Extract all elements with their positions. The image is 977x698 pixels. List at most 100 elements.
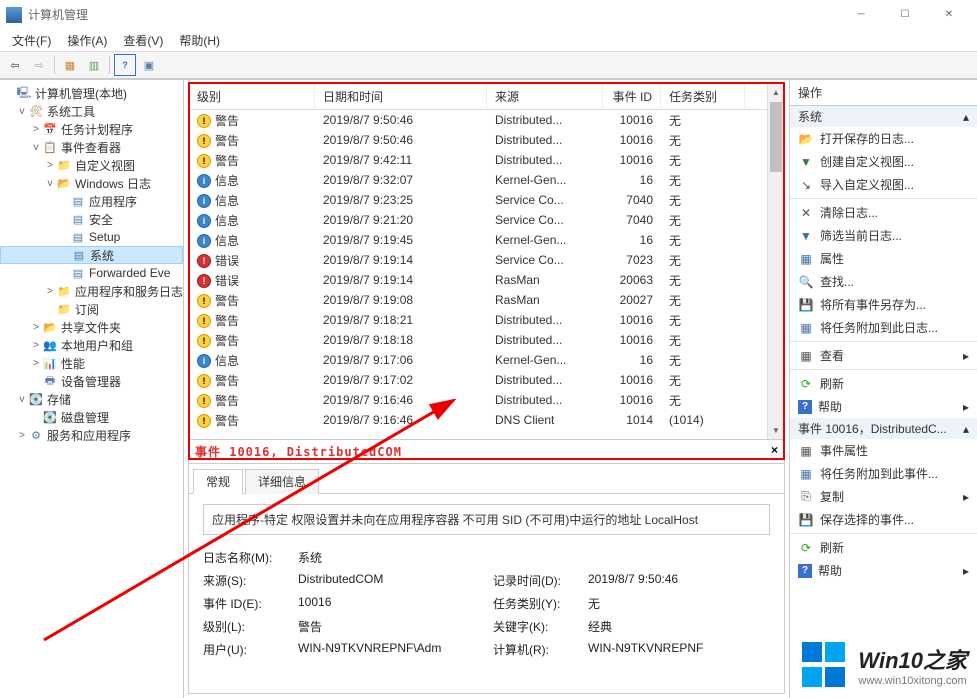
detail-body: 应用程序-特定 权限设置并未向在应用程序容器 不可用 SID (不可用)中运行的… [189, 494, 784, 693]
tool-btn-1[interactable]: ▦ [59, 54, 81, 76]
action-item[interactable]: ↘导入自定义视图... [790, 173, 977, 196]
tree-item[interactable]: 📁订阅 [0, 300, 183, 318]
action-item[interactable]: 💾保存选择的事件... [790, 508, 977, 531]
col-source[interactable]: 来源 [487, 84, 603, 109]
expand-icon[interactable]: v [44, 178, 56, 189]
action-item[interactable]: ▦将任务附加到此日志... [790, 316, 977, 339]
action-item[interactable]: ▼筛选当前日志... [790, 224, 977, 247]
minimize-button[interactable]: ─ [839, 0, 883, 30]
col-category[interactable]: 任务类别 [661, 84, 745, 109]
table-row[interactable]: 警告2019/8/7 9:17:02Distributed...10016无 [189, 370, 784, 390]
tree-item[interactable]: >⚙服务和应用程序 [0, 426, 183, 444]
action-item[interactable]: ▼创建自定义视图... [790, 150, 977, 173]
col-level[interactable]: 级别 [189, 84, 315, 109]
tree-item[interactable]: >📁自定义视图 [0, 156, 183, 174]
expand-icon[interactable]: > [44, 286, 56, 297]
event-grid[interactable]: 级别 日期和时间 来源 事件 ID 任务类别 警告2019/8/7 9:50:4… [188, 83, 785, 440]
tree-item[interactable]: v💽存储 [0, 390, 183, 408]
menu-file[interactable]: 文件(F) [6, 30, 57, 51]
log-icon: ▤ [70, 211, 86, 227]
table-row[interactable]: 警告2019/8/7 9:18:18Distributed...10016无 [189, 330, 784, 350]
table-row[interactable]: 警告2019/8/7 9:50:46Distributed...10016无 [189, 130, 784, 150]
table-row[interactable]: 警告2019/8/7 9:18:21Distributed...10016无 [189, 310, 784, 330]
section-collapse-icon[interactable]: ▴ [963, 110, 969, 124]
expand-icon[interactable]: v [30, 142, 42, 153]
expand-icon[interactable]: v [16, 106, 28, 117]
tree-item[interactable]: ▤系统 [0, 246, 183, 264]
table-row[interactable]: 错误2019/8/7 9:19:14RasMan20063无 [189, 270, 784, 290]
tree-item[interactable]: ▤应用程序 [0, 192, 183, 210]
tree-pane[interactable]: 🖳计算机管理(本地)v🛠系统工具>📅任务计划程序v📋事件查看器>📁自定义视图v📂… [0, 80, 184, 698]
tab-general[interactable]: 常规 [193, 469, 243, 494]
back-button[interactable]: ⇦ [4, 54, 26, 76]
action-item[interactable]: ⟳刷新 [790, 536, 977, 559]
scroll-down-button[interactable]: ▼ [768, 422, 784, 439]
expand-icon[interactable]: > [30, 340, 42, 351]
table-row[interactable]: 警告2019/8/7 9:16:46Distributed...10016无 [189, 390, 784, 410]
tree-item[interactable]: v🛠系统工具 [0, 102, 183, 120]
tree-item[interactable]: >📂共享文件夹 [0, 318, 183, 336]
table-row[interactable]: 信息2019/8/7 9:21:20Service Co...7040无 [189, 210, 784, 230]
tree-item[interactable]: ▤Setup [0, 228, 183, 246]
tool-btn-2[interactable]: ▥ [83, 54, 105, 76]
tree-item[interactable]: >👥本地用户和组 [0, 336, 183, 354]
tree-item[interactable]: 💽磁盘管理 [0, 408, 183, 426]
actions-pane: 操作 系统▴ 📂打开保存的日志...▼创建自定义视图...↘导入自定义视图...… [789, 80, 977, 698]
action-item[interactable]: ▦事件属性 [790, 439, 977, 462]
table-row[interactable]: 警告2019/8/7 9:50:46Distributed...10016无 [189, 110, 784, 130]
action-item[interactable]: ?帮助▸ [790, 395, 977, 418]
expand-icon[interactable]: > [44, 160, 56, 171]
col-date[interactable]: 日期和时间 [315, 84, 487, 109]
tree-item[interactable]: ▤安全 [0, 210, 183, 228]
tree-item[interactable]: 🖳计算机管理(本地) [0, 84, 183, 102]
tree-item[interactable]: ▤Forwarded Eve [0, 264, 183, 282]
action-item[interactable]: ▦查看▸ [790, 344, 977, 367]
table-row[interactable]: 信息2019/8/7 9:17:06Kernel-Gen...16无 [189, 350, 784, 370]
scroll-thumb[interactable] [770, 102, 782, 172]
table-row[interactable]: 信息2019/8/7 9:23:25Service Co...7040无 [189, 190, 784, 210]
table-row[interactable]: 信息2019/8/7 9:32:07Kernel-Gen...16无 [189, 170, 784, 190]
tab-detail[interactable]: 详细信息 [245, 469, 319, 494]
menu-view[interactable]: 查看(V) [117, 30, 169, 51]
maximize-button[interactable]: ☐ [883, 0, 927, 30]
tree-item[interactable]: v📂Windows 日志 [0, 174, 183, 192]
action-item[interactable]: ⎘复制▸ [790, 485, 977, 508]
action-item[interactable]: 🔍查找... [790, 270, 977, 293]
expand-icon[interactable]: > [30, 358, 42, 369]
action-item[interactable]: 📂打开保存的日志... [790, 127, 977, 150]
expand-icon[interactable]: v [16, 394, 28, 405]
forward-button[interactable]: ⇨ [28, 54, 50, 76]
table-row[interactable]: 信息2019/8/7 9:19:45Kernel-Gen...16无 [189, 230, 784, 250]
info-icon [197, 234, 211, 248]
tree-item[interactable]: v📋事件查看器 [0, 138, 183, 156]
table-row[interactable]: 警告2019/8/7 9:42:11Distributed...10016无 [189, 150, 784, 170]
table-row[interactable]: 警告2019/8/7 9:19:08RasMan20027无 [189, 290, 784, 310]
expand-icon[interactable]: > [30, 322, 42, 333]
table-row[interactable]: 警告2019/8/7 9:16:46DNS Client1014(1014) [189, 410, 784, 430]
close-button[interactable]: ✕ [927, 0, 971, 30]
menu-action[interactable]: 操作(A) [61, 30, 113, 51]
tree-item[interactable]: >📊性能 [0, 354, 183, 372]
scrollbar[interactable]: ▲ ▼ [767, 84, 784, 439]
table-row[interactable]: 错误2019/8/7 9:19:14Service Co...7023无 [189, 250, 784, 270]
section-collapse-icon[interactable]: ▴ [963, 422, 969, 436]
action-item[interactable]: ✕清除日志... [790, 201, 977, 224]
expand-icon[interactable]: > [16, 430, 28, 441]
tool-btn-3[interactable]: ? [114, 54, 136, 76]
action-item[interactable]: 💾将所有事件另存为... [790, 293, 977, 316]
tree-item[interactable]: >📁应用程序和服务日志 [0, 282, 183, 300]
val-kw: 经典 [588, 618, 768, 635]
tree-item[interactable]: 🖶设备管理器 [0, 372, 183, 390]
col-event-id[interactable]: 事件 ID [603, 84, 661, 109]
tool-btn-4[interactable]: ▣ [138, 54, 160, 76]
action-item[interactable]: ⟳刷新 [790, 372, 977, 395]
detail-close-button[interactable]: × [771, 443, 778, 460]
tree-item[interactable]: >📅任务计划程序 [0, 120, 183, 138]
expand-icon[interactable]: > [30, 124, 42, 135]
action-item[interactable]: ▦将任务附加到此事件... [790, 462, 977, 485]
action-item[interactable]: ?帮助▸ [790, 559, 977, 582]
scroll-up-button[interactable]: ▲ [768, 84, 784, 101]
action-item[interactable]: ▦属性 [790, 247, 977, 270]
grid-header[interactable]: 级别 日期和时间 来源 事件 ID 任务类别 [189, 84, 784, 110]
menu-help[interactable]: 帮助(H) [173, 30, 226, 51]
